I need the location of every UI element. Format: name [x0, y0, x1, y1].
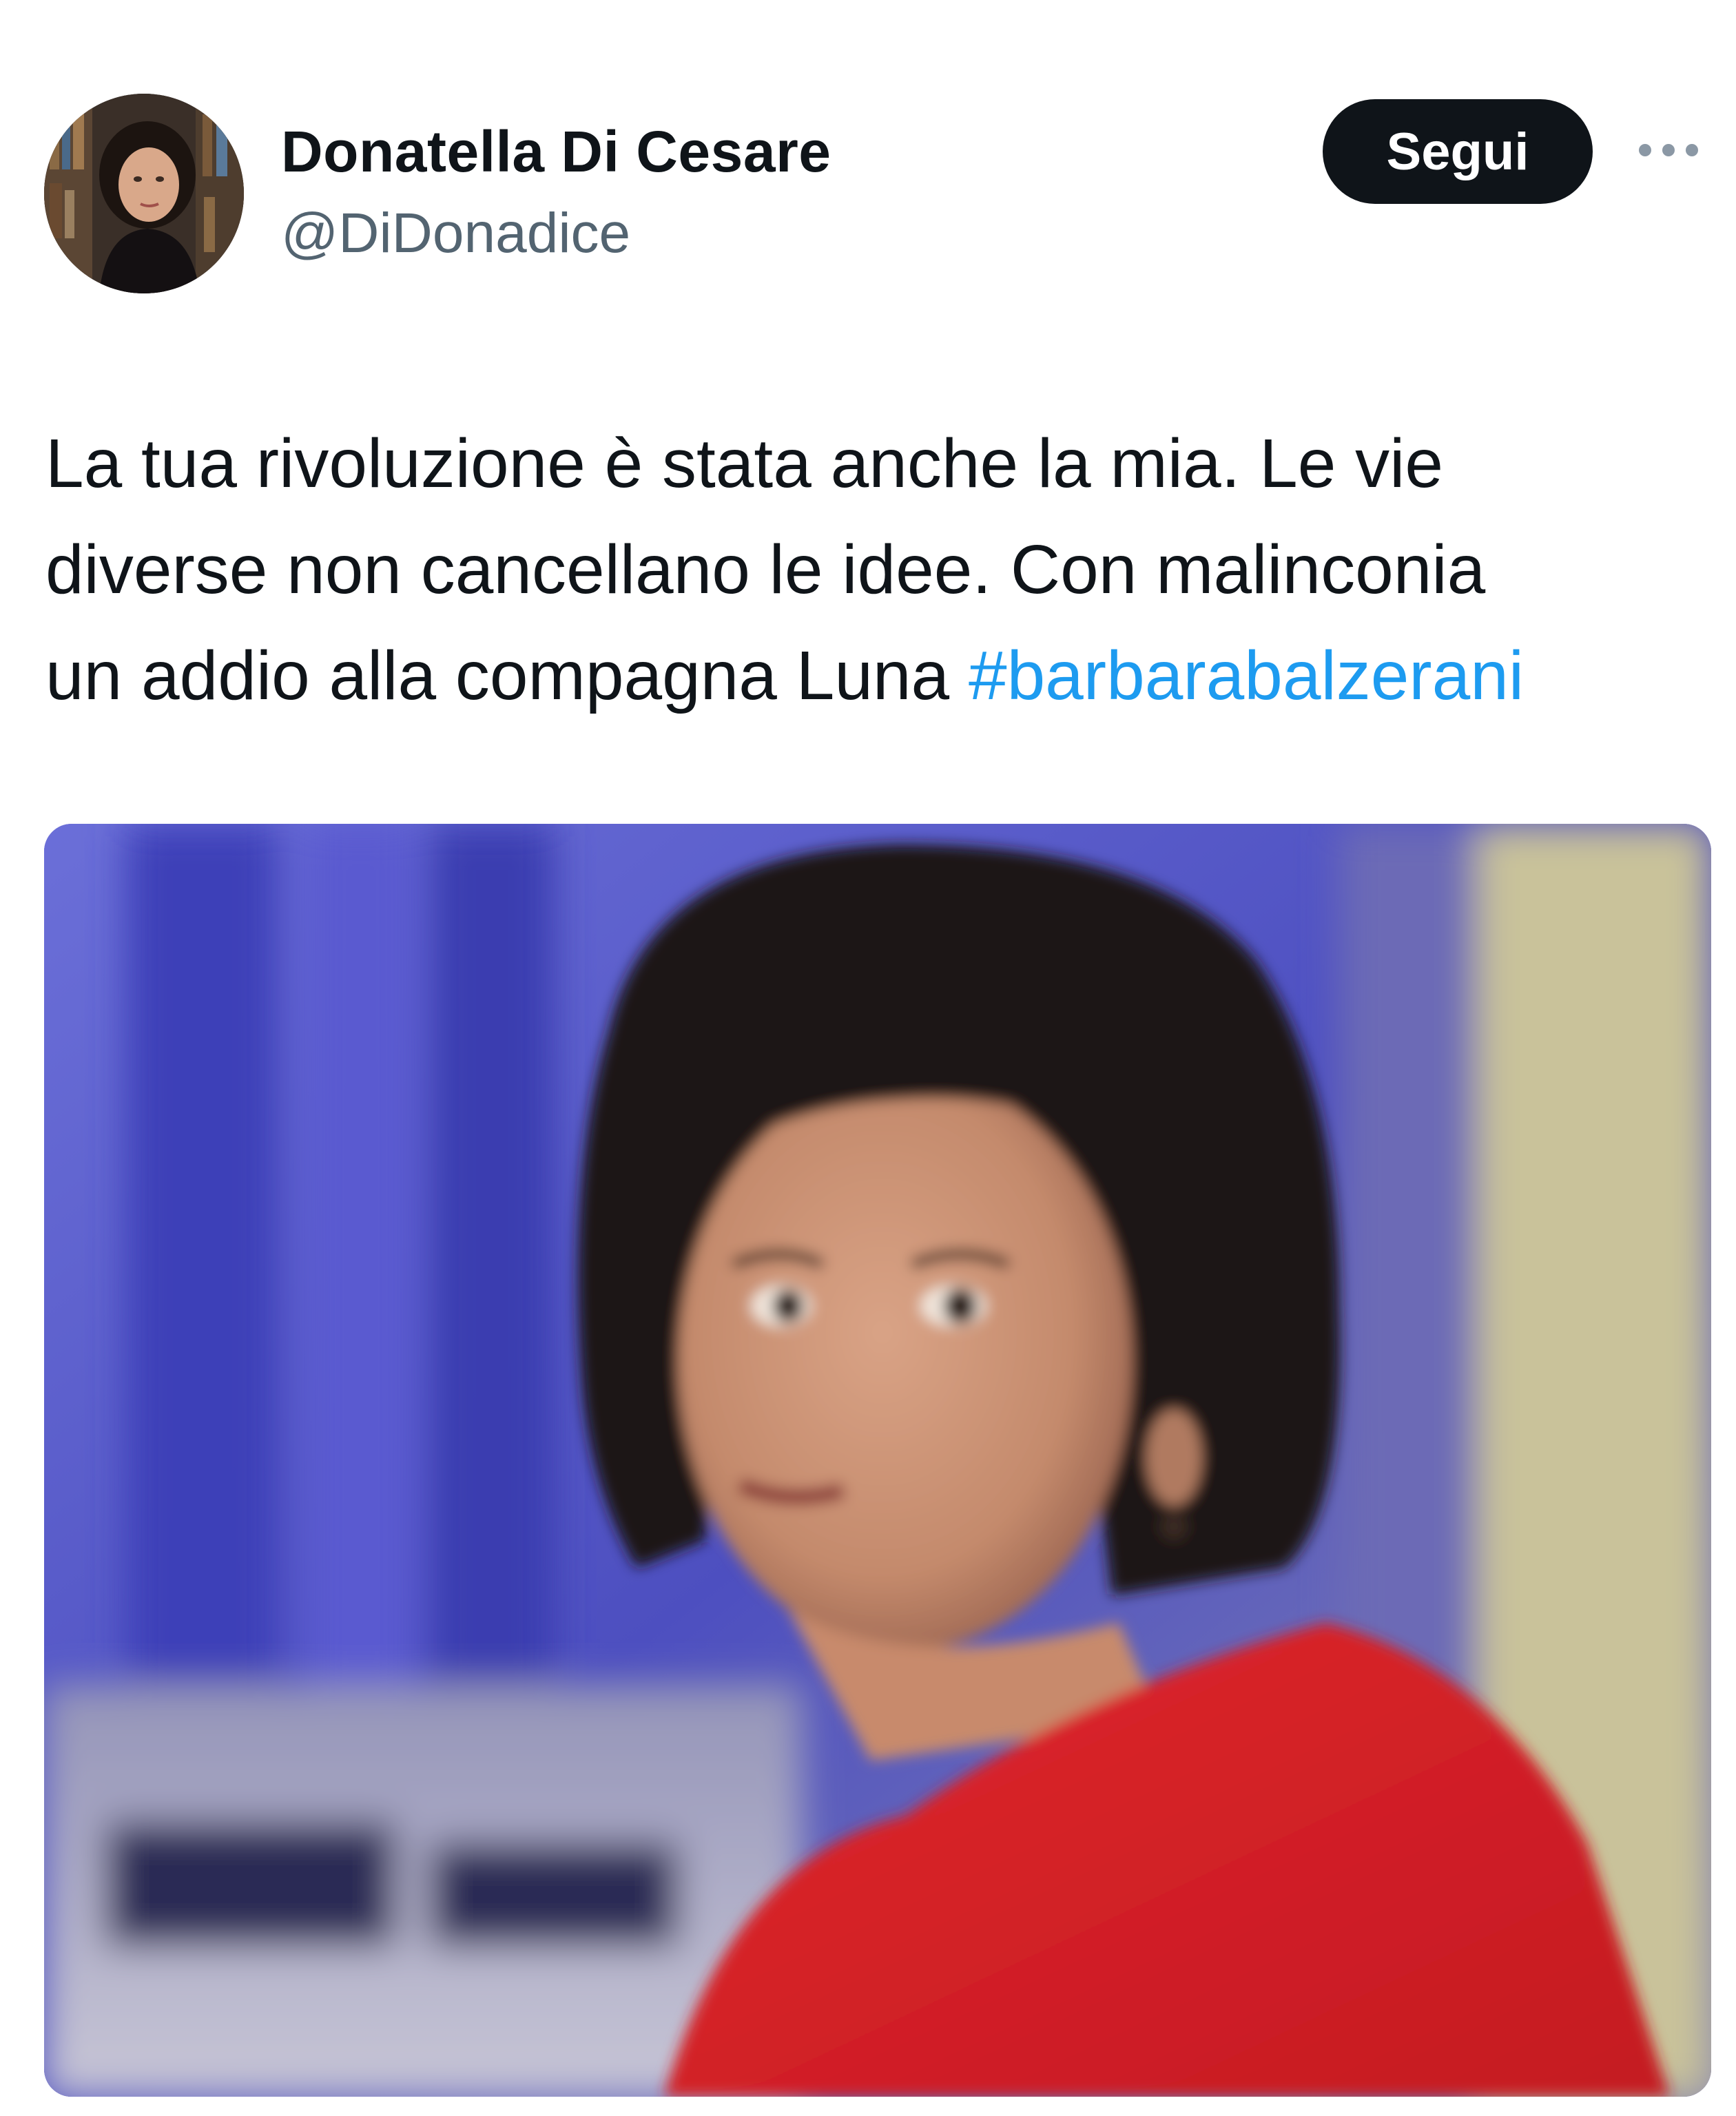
tweet-media-image[interactable] [44, 824, 1711, 2097]
tweet-text-line: un addio alla compagna Luna #barbarabalz… [45, 623, 1713, 729]
author-handle[interactable]: @DiDonadice [281, 201, 630, 266]
more-horizontal-icon [1639, 144, 1698, 156]
avatar-photo [44, 94, 244, 293]
author-avatar[interactable] [44, 94, 244, 293]
author-display-name[interactable]: Donatella Di Cesare [281, 118, 831, 185]
tweet-text-line: diverse non cancellano le idee. Con mali… [45, 531, 1486, 608]
hashtag-link[interactable]: #barbarabalzerani [969, 637, 1524, 714]
media-photo [44, 824, 1711, 2097]
tweet-text-segment: un addio alla compagna Luna [45, 637, 969, 714]
tweet-card: Donatella Di Cesare @DiDonadice Segui La… [0, 0, 1736, 2116]
tweet-text: La tua rivoluzione è stata anche la mia.… [45, 411, 1713, 729]
tweet-text-line: La tua rivoluzione è stata anche la mia.… [45, 425, 1444, 502]
follow-button[interactable]: Segui [1323, 99, 1593, 204]
more-options-button[interactable] [1633, 121, 1704, 179]
